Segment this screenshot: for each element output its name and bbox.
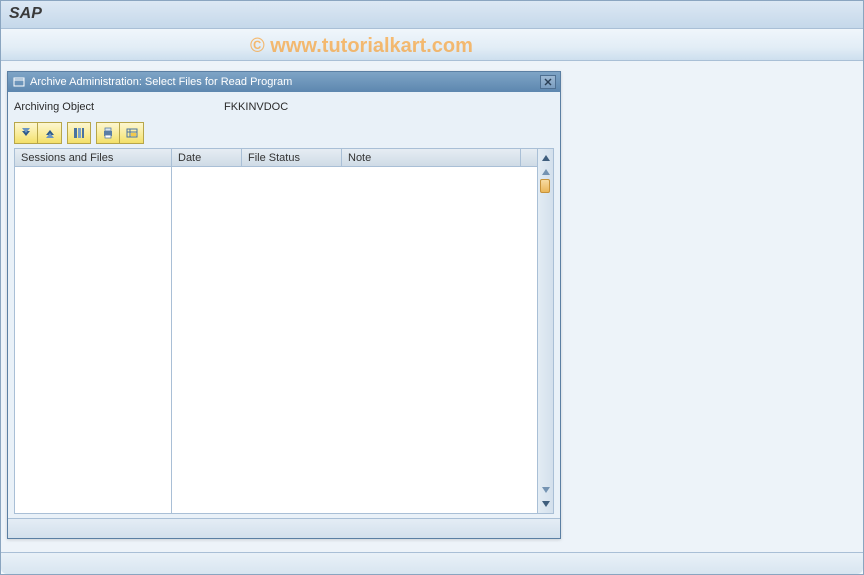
app-title: SAP <box>9 5 42 22</box>
grid-left-pane: Sessions and Files <box>15 149 172 513</box>
app-window: SAP © www.tutorialkart.com Archive Admin… <box>0 0 864 575</box>
layout-button[interactable] <box>120 122 144 144</box>
dialog-titlebar[interactable]: Archive Administration: Select Files for… <box>8 72 560 92</box>
scroll-thumb[interactable] <box>540 179 550 193</box>
tree-body[interactable] <box>15 167 171 513</box>
chevron-down-icon <box>542 501 550 507</box>
archiving-object-row: Archiving Object FKKINVDOC <box>14 98 554 116</box>
column-config-icon <box>72 126 86 140</box>
dialog-toolbar <box>14 122 554 144</box>
print-button[interactable] <box>96 122 120 144</box>
status-bar <box>1 552 863 574</box>
grid-body[interactable] <box>172 167 537 513</box>
collapse-all-icon <box>43 126 57 140</box>
close-icon <box>544 78 552 86</box>
expand-all-button[interactable] <box>14 122 38 144</box>
dialog-footer <box>8 518 560 538</box>
archiving-object-value: FKKINVDOC <box>224 101 288 113</box>
print-icon <box>101 126 115 140</box>
col-spacer <box>521 149 537 166</box>
file-grid: Sessions and Files Date File Status Note <box>14 148 554 514</box>
scroll-up-button-2[interactable] <box>540 166 552 178</box>
archiving-object-label: Archiving Object <box>14 101 224 113</box>
archive-dialog: Archive Administration: Select Files for… <box>7 71 561 539</box>
layout-icon <box>125 126 139 140</box>
chevron-up-icon <box>542 169 550 175</box>
app-title-bar: SAP <box>1 1 863 29</box>
dialog-title: Archive Administration: Select Files for… <box>30 76 540 88</box>
dialog-body: Archiving Object FKKINVDOC <box>8 92 560 518</box>
expand-all-icon <box>19 126 33 140</box>
grid-right-pane: Date File Status Note <box>172 149 553 513</box>
column-config-button[interactable] <box>67 122 91 144</box>
chevron-up-icon <box>542 155 550 161</box>
vertical-scrollbar[interactable] <box>537 149 553 513</box>
col-sessions-files[interactable]: Sessions and Files <box>15 149 171 166</box>
app-toolbar <box>1 29 863 61</box>
col-note[interactable]: Note <box>342 149 521 166</box>
content-area: Archive Administration: Select Files for… <box>1 61 863 552</box>
scroll-down-button-2[interactable] <box>540 484 552 496</box>
close-button[interactable] <box>540 75 556 89</box>
collapse-all-button[interactable] <box>38 122 62 144</box>
chevron-down-icon <box>542 487 550 493</box>
scroll-track[interactable] <box>538 179 553 483</box>
dialog-sys-icon <box>12 75 26 89</box>
col-date[interactable]: Date <box>172 149 242 166</box>
col-file-status[interactable]: File Status <box>242 149 342 166</box>
scroll-down-button[interactable] <box>540 498 552 510</box>
scroll-up-button[interactable] <box>540 152 552 164</box>
